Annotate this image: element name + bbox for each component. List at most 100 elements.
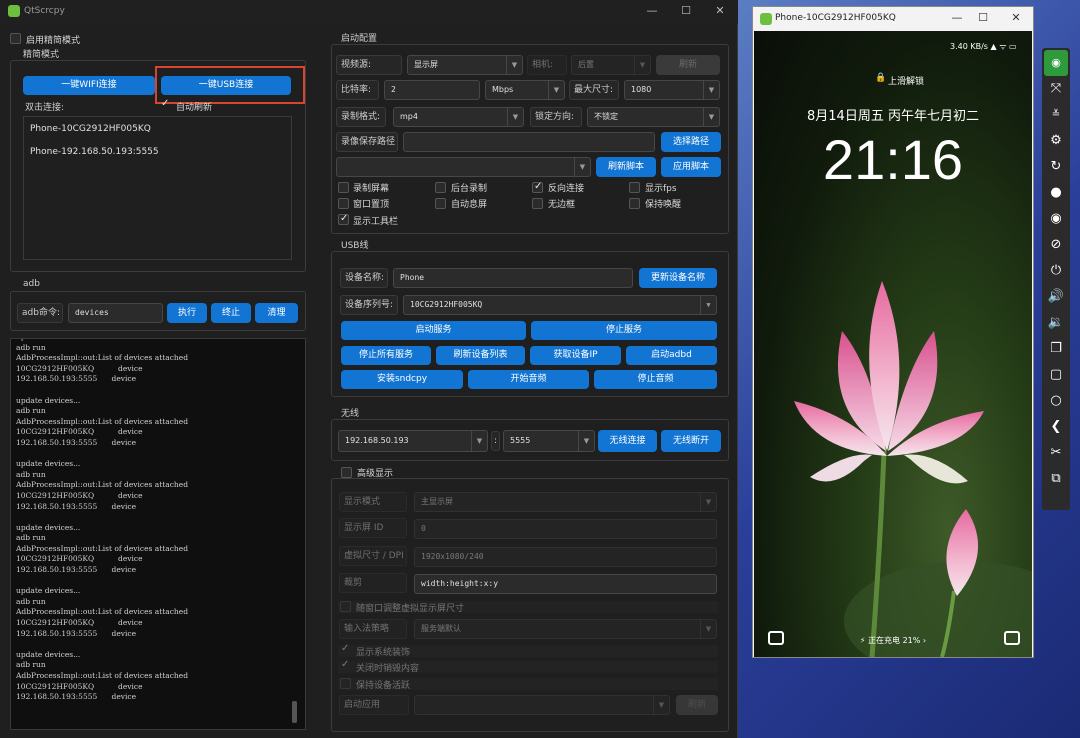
- start-adbd-button[interactable]: 启动adbd: [626, 346, 717, 365]
- refresh-device-list-button[interactable]: 刷新设备列表: [436, 346, 525, 365]
- chevron-down-icon: ▼: [506, 56, 522, 74]
- stop-all-services-button[interactable]: 停止所有服务: [341, 346, 431, 365]
- camera-select[interactable]: 后置 ▼: [571, 55, 651, 75]
- log-line: adb run: [16, 342, 46, 352]
- refresh-script-button[interactable]: 刷新脚本: [596, 157, 656, 177]
- keep-awake-checkbox[interactable]: [340, 678, 351, 689]
- minimize-button[interactable]: —: [949, 10, 965, 26]
- launch-app-select[interactable]: ▼: [414, 695, 670, 715]
- lock-orientation-select[interactable]: 不锁定 ▼: [587, 107, 720, 127]
- wireless-port-select[interactable]: 5555 ▼: [503, 430, 595, 452]
- record-format-select[interactable]: mp4 ▼: [393, 107, 524, 127]
- adb-command-input[interactable]: devices: [68, 303, 163, 323]
- stop-service-button[interactable]: 停止服务: [531, 321, 717, 340]
- maximize-button[interactable]: ☐: [678, 3, 694, 19]
- device-name-input[interactable]: Phone: [393, 268, 633, 288]
- eye-off-icon[interactable]: ⊘: [1042, 232, 1070, 258]
- get-device-ip-button[interactable]: 获取设备IP: [530, 346, 621, 365]
- chevron-down-icon: ▼: [700, 620, 716, 638]
- wifi-connect-button[interactable]: 一键WIFI连接: [23, 76, 155, 95]
- keep-awake-label: 保持设备活跃: [356, 681, 411, 691]
- start-audio-button[interactable]: 开始音频: [468, 370, 589, 389]
- bitrate-unit-select[interactable]: Mbps ▼: [485, 80, 565, 100]
- destroy-content-checkbox[interactable]: [340, 659, 351, 672]
- video-source-select[interactable]: 显示屏 ▼: [407, 55, 523, 75]
- apply-script-button[interactable]: 应用脚本: [661, 157, 721, 177]
- bitrate-input[interactable]: 2: [384, 80, 480, 100]
- log-output[interactable]: update devices...adb runAdbProcessImpl::…: [10, 338, 306, 730]
- copy-icon[interactable]: ⧉: [1042, 466, 1070, 492]
- advanced-display-checkbox[interactable]: [341, 467, 352, 478]
- start-service-button[interactable]: 启动服务: [341, 321, 526, 340]
- resize-virtual-checkbox[interactable]: [340, 601, 351, 612]
- device-list[interactable]: Phone-10CG2912HF005KQ Phone-192.168.50.1…: [23, 116, 292, 260]
- maximize-button[interactable]: ☐: [975, 10, 991, 26]
- frameless-checkbox[interactable]: [532, 198, 543, 209]
- reverse-connect-checkbox[interactable]: [532, 181, 543, 193]
- app-icon: [8, 5, 20, 17]
- settings-icon[interactable]: ⚙: [1042, 128, 1070, 154]
- stop-audio-button[interactable]: 停止音频: [594, 370, 717, 389]
- max-size-select[interactable]: 1080 ▼: [624, 80, 720, 100]
- display-mode-select[interactable]: 主显示屏 ▼: [414, 492, 717, 512]
- stay-awake-label: 保持唤醒: [645, 200, 682, 210]
- show-toolbar-label: 显示工具栏: [353, 217, 399, 227]
- scissors-icon[interactable]: ✂: [1042, 440, 1070, 466]
- volume-up-icon[interactable]: 🔊: [1042, 284, 1070, 310]
- record-path-input[interactable]: [403, 132, 655, 152]
- device-list-item[interactable]: Phone-192.168.50.193:5555: [30, 147, 159, 157]
- log-scrollbar[interactable]: [292, 701, 297, 723]
- collapse-icon[interactable]: ≚: [1042, 102, 1070, 128]
- camera-refresh-button[interactable]: 刷新: [656, 55, 720, 75]
- clear-button[interactable]: 清理: [255, 303, 298, 323]
- wireless-connect-button[interactable]: 无线连接: [598, 430, 657, 452]
- phone-screen[interactable]: 3.40 KB/s ▲ ᯤ ▭ 🔒 上滑解锁 8月14日周五 丙午年七月初二 2…: [754, 31, 1032, 657]
- fullscreen-icon[interactable]: ⤧: [1042, 76, 1070, 102]
- show-fps-checkbox[interactable]: [629, 182, 640, 193]
- script-select[interactable]: ▼: [336, 157, 591, 177]
- auto-refresh-checkbox[interactable]: [160, 98, 171, 111]
- record-icon[interactable]: ●: [1042, 180, 1070, 206]
- app-switch-icon[interactable]: ❐: [1042, 336, 1070, 362]
- close-button[interactable]: ✕: [712, 3, 728, 19]
- stop-button[interactable]: 终止: [211, 303, 251, 323]
- simple-mode-label: 启用精简模式: [26, 36, 81, 46]
- back-icon[interactable]: ❮: [1042, 414, 1070, 440]
- show-toolbar-checkbox[interactable]: [338, 213, 349, 225]
- log-line: adb run: [16, 533, 46, 543]
- display-id-input[interactable]: 0: [414, 519, 717, 539]
- record-screen-checkbox[interactable]: [338, 182, 349, 193]
- rotate-icon[interactable]: ↻: [1042, 154, 1070, 180]
- video-source-label: 视频源:: [336, 55, 402, 75]
- log-lines: update devices...adb runAdbProcessImpl::…: [11, 339, 291, 703]
- device-list-item[interactable]: Phone-10CG2912HF005KQ: [30, 124, 151, 134]
- circle-icon[interactable]: ○: [1042, 388, 1070, 414]
- exec-button[interactable]: 执行: [167, 303, 207, 323]
- background-record-checkbox[interactable]: [435, 182, 446, 193]
- auto-screen-off-checkbox[interactable]: [435, 198, 446, 209]
- virtual-size-input[interactable]: 1920x1080/240: [414, 547, 717, 567]
- log-line: adb run: [16, 406, 46, 416]
- resize-virtual-label: 随窗口调整虚拟显示屏尺寸: [356, 604, 465, 614]
- update-device-name-button[interactable]: 更新设备名称: [639, 268, 717, 288]
- select-path-button[interactable]: 选择路径: [661, 132, 721, 152]
- simple-mode-checkbox[interactable]: [10, 33, 21, 44]
- android-icon[interactable]: ◉: [1044, 50, 1068, 76]
- crop-input[interactable]: width:height:x:y: [414, 574, 717, 594]
- stay-awake-checkbox[interactable]: [629, 198, 640, 209]
- close-button[interactable]: ✕: [1008, 10, 1024, 26]
- camera-icon[interactable]: [1004, 631, 1020, 645]
- minimize-button[interactable]: —: [644, 3, 660, 19]
- show-decorations-checkbox[interactable]: [340, 643, 351, 656]
- always-on-top-checkbox[interactable]: [338, 198, 349, 209]
- wireless-ip-select[interactable]: 192.168.50.193 ▼: [338, 430, 488, 452]
- ime-policy-select[interactable]: 服务端默认 ▼: [414, 619, 717, 639]
- volume-down-icon[interactable]: 🔉: [1042, 310, 1070, 336]
- home-icon[interactable]: ▢: [1042, 362, 1070, 388]
- install-sndcpy-button[interactable]: 安装sndcpy: [341, 370, 463, 389]
- eye-icon[interactable]: ◉: [1042, 206, 1070, 232]
- serial-select[interactable]: 10CG2912HF005KQ ▼: [403, 295, 717, 315]
- wireless-disconnect-button[interactable]: 无线断开: [661, 430, 721, 452]
- power-icon[interactable]: ⏻: [1042, 258, 1070, 284]
- launch-refresh-button[interactable]: 刷新: [676, 695, 718, 715]
